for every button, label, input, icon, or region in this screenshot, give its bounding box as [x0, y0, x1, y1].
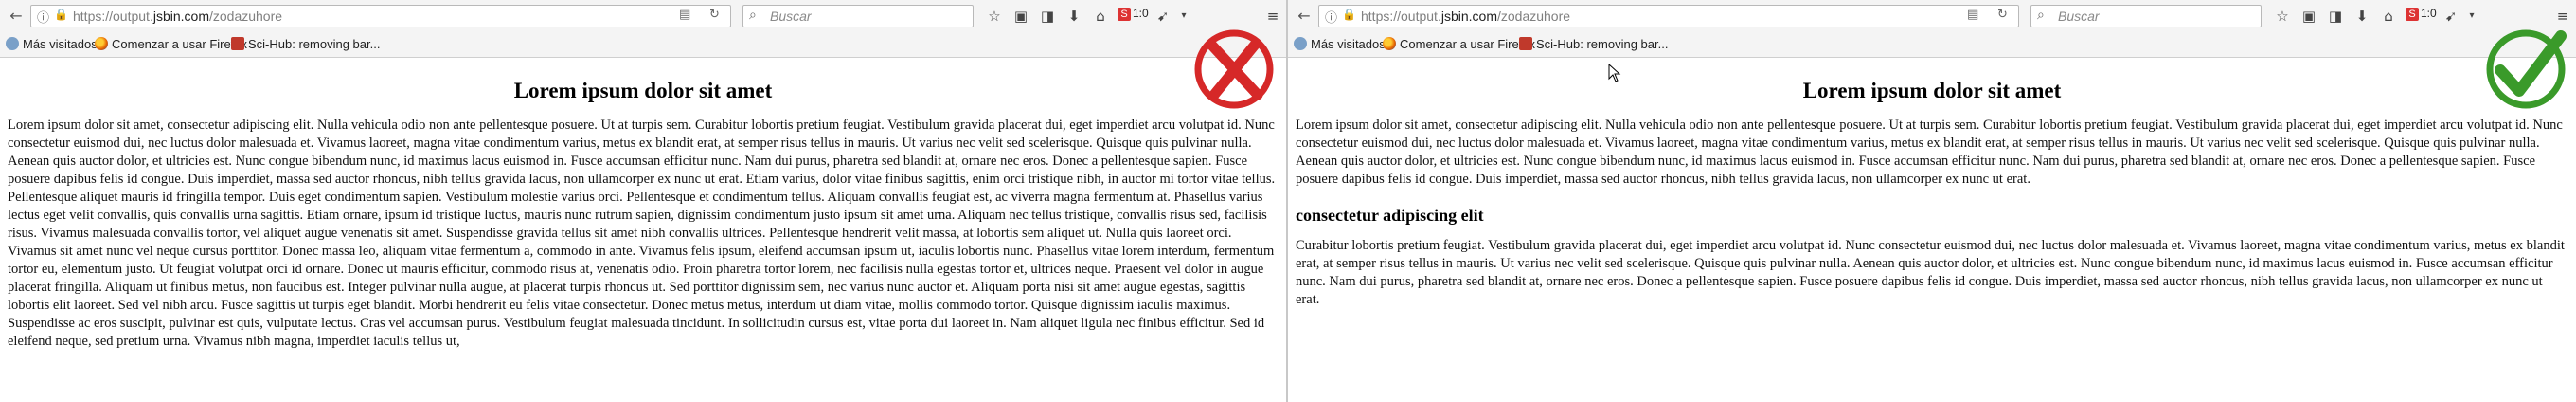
page-content: Lorem ipsum dolor sit amet Lorem ipsum d… [0, 58, 1286, 402]
back-arrow-icon[interactable]: ← [1294, 6, 1315, 27]
url-bar[interactable]: ⓘ 🔒 https://output.jsbin.com/zodazuhore … [1318, 5, 2019, 27]
pocket-icon[interactable]: ◨ [1038, 7, 1057, 26]
home-icon[interactable]: ⌂ [2379, 7, 2398, 26]
section-heading: consectetur adipiscing elit [1296, 206, 1484, 225]
bookmark-item[interactable]: Sci-Hub: removing bar... [1519, 37, 1668, 51]
lock-icon: 🔒 [1342, 8, 1356, 21]
search-bar[interactable]: ⌕ Buscar [2030, 5, 2262, 27]
search-icon: ⌕ [2037, 8, 2045, 23]
extension-badge[interactable]: S 1:0 [2406, 7, 2437, 21]
search-icon: ⌕ [749, 8, 757, 23]
scihub-icon [1519, 37, 1532, 50]
download-icon[interactable]: ⬇ [1064, 7, 1083, 26]
chevron-down-icon[interactable]: ▾ [2462, 7, 2481, 26]
bookmarks-library-icon[interactable]: ▣ [2299, 7, 2318, 26]
mouse-cursor-icon [1608, 64, 1621, 82]
search-placeholder: Buscar [2058, 9, 2100, 24]
bookmark-item[interactable]: Más visitados [6, 37, 98, 51]
scihub-icon [231, 37, 244, 50]
bookmark-item[interactable]: Comenzar a usar Firefox [1383, 37, 1535, 51]
url-text: https://output.jsbin.com/zodazuhore [1361, 9, 1571, 24]
bookmark-item[interactable]: Comenzar a usar Firefox [95, 37, 247, 51]
bookmarks-bar: Más visitados Comenzar a usar Firefox Sc… [0, 32, 1286, 58]
wrong-cross-icon [1194, 29, 1274, 109]
body-paragraph: Lorem ipsum dolor sit amet, consectetur … [8, 118, 1276, 349]
bookmark-star-icon[interactable]: ☆ [2273, 7, 2292, 26]
reader-view-icon[interactable]: ▤ [679, 8, 690, 22]
bookmark-item[interactable]: Más visitados [1294, 37, 1386, 51]
info-icon[interactable]: ⓘ [37, 8, 49, 26]
url-bar[interactable]: ⓘ 🔒 https://output.jsbin.com/zodazuhore … [30, 5, 731, 27]
info-icon[interactable]: ⓘ [1325, 8, 1337, 26]
lock-icon: 🔒 [54, 8, 68, 21]
search-bar[interactable]: ⌕ Buscar [742, 5, 974, 27]
menu-icon[interactable]: ≡ [2553, 7, 2572, 26]
check-mark-icon [2486, 29, 2567, 109]
firefox-icon [1383, 37, 1396, 50]
reload-icon[interactable]: ↻ [709, 8, 720, 22]
url-text: https://output.jsbin.com/zodazuhore [73, 9, 283, 24]
extension-icon[interactable]: ➹ [2442, 7, 2460, 26]
body-paragraph: Curabitur lobortis pretium feugiat. Vest… [1296, 238, 2565, 307]
back-arrow-icon[interactable]: ← [6, 6, 27, 27]
home-icon[interactable]: ⌂ [1091, 7, 1110, 26]
menu-icon[interactable]: ≡ [1263, 7, 1282, 26]
page-title: Lorem ipsum dolor sit amet [513, 79, 773, 102]
pocket-icon[interactable]: ◨ [2326, 7, 2345, 26]
bookmark-star-icon[interactable]: ☆ [985, 7, 1004, 26]
gear-icon [1294, 37, 1307, 50]
navigation-toolbar: ← ⓘ 🔒 https://output.jsbin.com/zodazuhor… [1288, 0, 2576, 33]
bookmark-item[interactable]: Sci-Hub: removing bar... [231, 37, 380, 51]
right-browser-window: ← ⓘ 🔒 https://output.jsbin.com/zodazuhor… [1288, 0, 2576, 402]
firefox-icon [95, 37, 108, 50]
chevron-down-icon[interactable]: ▾ [1174, 7, 1193, 26]
search-placeholder: Buscar [770, 9, 812, 24]
download-icon[interactable]: ⬇ [2352, 7, 2371, 26]
reload-icon[interactable]: ↻ [1997, 8, 2008, 22]
body-paragraph: Lorem ipsum dolor sit amet, consectetur … [1296, 118, 2563, 187]
navigation-toolbar: ← ⓘ 🔒 https://output.jsbin.com/zodazuhor… [0, 0, 1286, 33]
extension-badge[interactable]: S 1:0 [1118, 7, 1149, 21]
extension-icon[interactable]: ➹ [1154, 7, 1172, 26]
left-browser-window: ← ⓘ 🔒 https://output.jsbin.com/zodazuhor… [0, 0, 1288, 402]
bookmarks-bar: Más visitados Comenzar a usar Firefox Sc… [1288, 32, 2576, 58]
reader-view-icon[interactable]: ▤ [1967, 8, 1978, 22]
gear-icon [6, 37, 19, 50]
page-content: Lorem ipsum dolor sit amet Lorem ipsum d… [1288, 58, 2576, 402]
bookmarks-library-icon[interactable]: ▣ [1011, 7, 1030, 26]
page-title: Lorem ipsum dolor sit amet [1802, 79, 2062, 102]
